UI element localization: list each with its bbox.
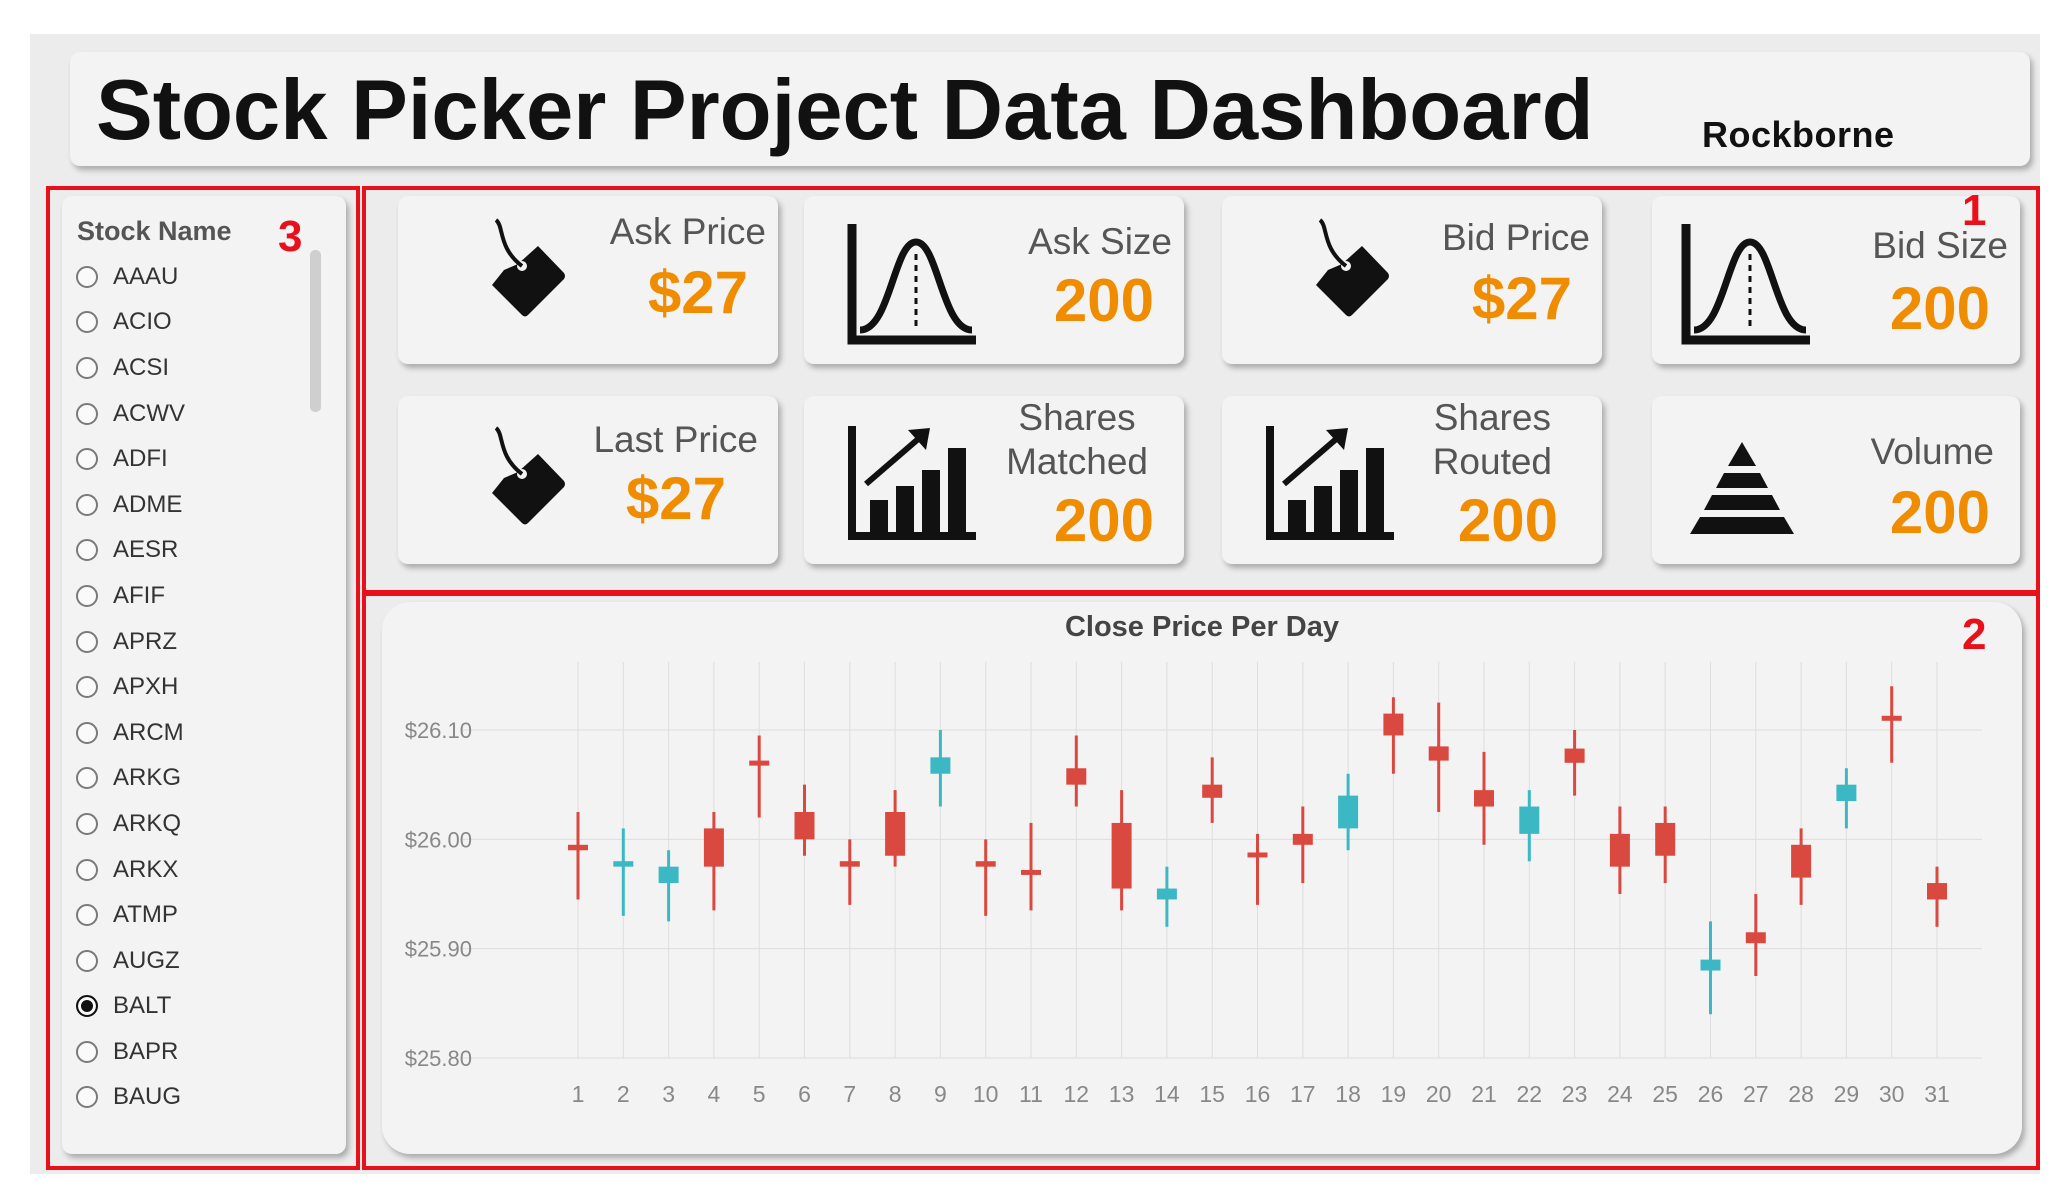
annotation-box-2 xyxy=(362,592,2040,1170)
annotation-label-3: 3 xyxy=(278,212,303,261)
title-bar: Stock Picker Project Data Dashboard Rock… xyxy=(70,52,2030,166)
annotation-box-3 xyxy=(46,186,360,1170)
brand-logo: Rockborne xyxy=(1702,114,1895,155)
page-title: Stock Picker Project Data Dashboard xyxy=(96,63,1594,158)
annotation-box-1 xyxy=(362,186,2040,594)
annotation-label-1: 1 xyxy=(1962,186,1987,235)
annotation-label-2: 2 xyxy=(1962,610,1987,659)
